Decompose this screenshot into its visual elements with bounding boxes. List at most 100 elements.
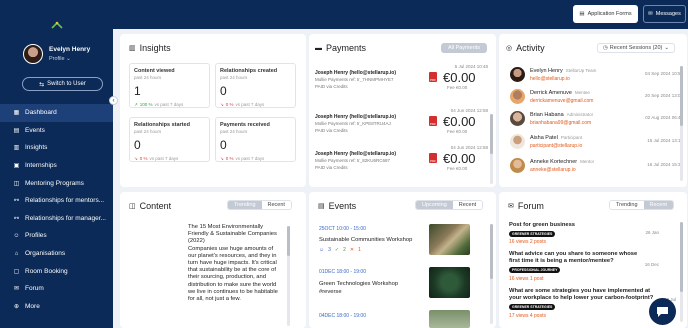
activity-scrollbar[interactable] xyxy=(680,66,683,181)
activity-item[interactable]: Derrick Amenuve Mentee derrickamenuve@gma… xyxy=(510,88,685,108)
avatar xyxy=(510,67,525,82)
chat-launcher-button[interactable] xyxy=(649,298,676,325)
scroll-thumb[interactable] xyxy=(490,224,493,279)
pdf-icon[interactable]: PDF xyxy=(429,72,437,82)
event-image[interactable] xyxy=(429,310,470,328)
sidebar-item-insights[interactable]: ▥ Insights xyxy=(0,139,113,157)
sidebar-item-events[interactable]: ▤ Events xyxy=(0,122,113,140)
sidebar-collapse-button[interactable]: ‹ xyxy=(109,96,118,105)
payment-ref: Mollie Payments ref: tr_7HNMPMHYE7 xyxy=(315,77,394,82)
profile-dropdown[interactable]: Profile ⌄ xyxy=(49,56,71,62)
events-header: ▤ Events xyxy=(318,201,356,211)
payments-header: ▬ Payments xyxy=(315,43,366,53)
sidebar-item-label: Forum xyxy=(25,285,44,293)
event-image[interactable] xyxy=(429,224,470,255)
activity-user-email[interactable]: anneke@stellarup.io xyxy=(530,167,576,173)
payment-payer: Joseph Henry (hello@stellarup.io) xyxy=(315,70,397,76)
messages-button[interactable]: ✉ Messages xyxy=(643,5,686,23)
pdf-icon[interactable]: PDF xyxy=(429,116,437,126)
book-icon: ◫ xyxy=(129,203,136,210)
payments-filter-button[interactable]: All Payments xyxy=(441,43,487,53)
payment-date: 04 Jun 2024 12:58 xyxy=(450,108,488,113)
dashboard-icon: ▦ xyxy=(13,110,20,117)
forum-scrollbar[interactable] xyxy=(680,222,683,322)
scroll-thumb[interactable] xyxy=(680,66,683,126)
sidebar-item-label: Organisations xyxy=(25,250,66,258)
forum-post-tag: GREENER STRATEGIES xyxy=(509,304,556,310)
sidebar-item-internships[interactable]: ▣ Internships xyxy=(0,157,113,175)
activity-user-email[interactable]: derrickamenuve@gmail.com xyxy=(530,98,593,104)
scroll-thumb[interactable] xyxy=(680,222,683,292)
activity-user-role: Administrator xyxy=(566,112,594,117)
sidebar-item-room-booking[interactable]: ▢ Room Booking xyxy=(0,262,113,280)
activity-user-email[interactable]: brianhabana99@gmail.com xyxy=(530,120,591,126)
activity-item[interactable]: Anneke Kortechner Mentor anneke@stellarup… xyxy=(510,157,685,177)
clock-icon: ◷ xyxy=(602,45,608,51)
forum-post-title[interactable]: What are some strategies you have implem… xyxy=(509,288,659,303)
stellarup-logo xyxy=(51,21,63,29)
content-article[interactable]: The 15 Most Environmentally Friendly & S… xyxy=(188,224,282,303)
scroll-thumb[interactable] xyxy=(287,226,290,256)
tab-recent[interactable]: Recent xyxy=(452,201,483,209)
forum-post-title[interactable]: Post for green business xyxy=(509,222,639,229)
sidebar-item-mentoring-programs[interactable]: ◫ Mentoring Programs xyxy=(0,174,113,192)
activity-title: Activity xyxy=(516,43,545,53)
tab-trending[interactable]: Trending xyxy=(228,201,262,209)
activity-item[interactable]: Brian Habana Administrator brianhabana99@… xyxy=(510,110,685,130)
payments-scrollbar[interactable] xyxy=(490,114,493,184)
chevron-left-icon: ‹ xyxy=(112,97,115,104)
scroll-thumb[interactable] xyxy=(490,114,493,154)
events-scrollbar[interactable] xyxy=(490,224,493,324)
activity-date: 02 Aug 2024 06:49 xyxy=(645,115,683,120)
forum-title: Forum xyxy=(517,201,544,211)
sidebar-item-relationships-mentors[interactable]: ⚯ Relationships for mentors... xyxy=(0,192,113,210)
activity-user-name-text: Anneke Kortechner xyxy=(530,159,578,165)
event-stat-declined: 1 xyxy=(358,247,361,253)
sidebar-item-label: Profiles xyxy=(25,232,47,240)
tab-trending[interactable]: Trending xyxy=(610,201,644,209)
trend-down-icon: ↘ xyxy=(220,102,224,107)
sidebar-item-label: Room Booking xyxy=(25,267,68,275)
insight-card-delta: ↗ 100 % vs past 7 days xyxy=(134,102,183,108)
event-title[interactable]: Sustainable Communities Workshop xyxy=(319,236,424,244)
sidebar-item-relationships-managers[interactable]: ⚯ Relationships for manager... xyxy=(0,210,113,228)
delta-suffix: vs past 7 days xyxy=(235,102,265,107)
sidebar-item-organisations[interactable]: ⌂ Organisations xyxy=(0,245,113,263)
sidebar-item-more[interactable]: ⊕ More xyxy=(0,298,113,316)
delta-value: 0 % xyxy=(139,156,148,161)
sidebar-item-dashboard[interactable]: ▦ Dashboard xyxy=(0,104,113,122)
sidebar-item-profiles[interactable]: ☺ Profiles xyxy=(0,227,113,245)
payment-ref: Mollie Payments ref: tr_KPE8TRU4AJ xyxy=(315,121,391,126)
event-title[interactable]: Green Technologies Workshop #reverse xyxy=(319,280,419,296)
content-scrollbar[interactable] xyxy=(287,226,290,326)
profile-label: Profile xyxy=(49,56,65,62)
briefcase-icon: ▣ xyxy=(13,163,20,170)
content-thumbnail[interactable] xyxy=(128,224,178,328)
activity-filter-dropdown[interactable]: ◷ Recent Sessions (20) ⌄ xyxy=(597,43,675,53)
activity-item[interactable]: Evelyn Henry StellarUp Team hello@stellar… xyxy=(510,66,685,86)
payment-method: PAID via Credits xyxy=(315,165,348,170)
user-avatar[interactable] xyxy=(23,44,43,64)
application-forms-button[interactable]: ▤ Application Forms xyxy=(573,5,638,23)
pdf-icon[interactable]: PDF xyxy=(429,153,437,163)
organisation-icon: ⌂ xyxy=(14,250,19,257)
tab-recent[interactable]: Recent xyxy=(261,201,291,209)
event-image[interactable] xyxy=(429,267,470,298)
payment-item[interactable]: 04 Jun 2024 12:58 Joseph Henry (hello@st… xyxy=(315,145,496,187)
payment-payer: Joseph Henry (hello@stellarup.io) xyxy=(315,114,397,120)
switch-to-user-button[interactable]: ⇆ Switch to User xyxy=(22,77,103,91)
activity-user-email[interactable]: hello@stellarup.io xyxy=(530,76,570,82)
activity-user-role: Participant xyxy=(560,135,583,140)
activity-user-role: StellarUp Team xyxy=(565,68,597,73)
sidebar-item-forum[interactable]: ✉ Forum xyxy=(0,280,113,298)
forum-post-title[interactable]: What advice can you share to someone who… xyxy=(509,251,644,266)
avatar xyxy=(510,89,525,104)
activity-item[interactable]: Aisha Patel Participant participant@stell… xyxy=(510,133,685,153)
activity-user-email[interactable]: participant@stellarup.io xyxy=(530,143,582,149)
tab-upcoming[interactable]: Upcoming xyxy=(416,201,453,209)
activity-user-name-text: Aisha Patel xyxy=(530,135,558,141)
activity-filter-label: Recent Sessions (20) xyxy=(609,45,663,51)
chat-icon xyxy=(657,306,668,317)
payment-item[interactable]: 5 Jul 2024 10:48 Joseph Henry (hello@ste… xyxy=(315,64,496,108)
tab-recent[interactable]: Recent xyxy=(643,201,673,209)
